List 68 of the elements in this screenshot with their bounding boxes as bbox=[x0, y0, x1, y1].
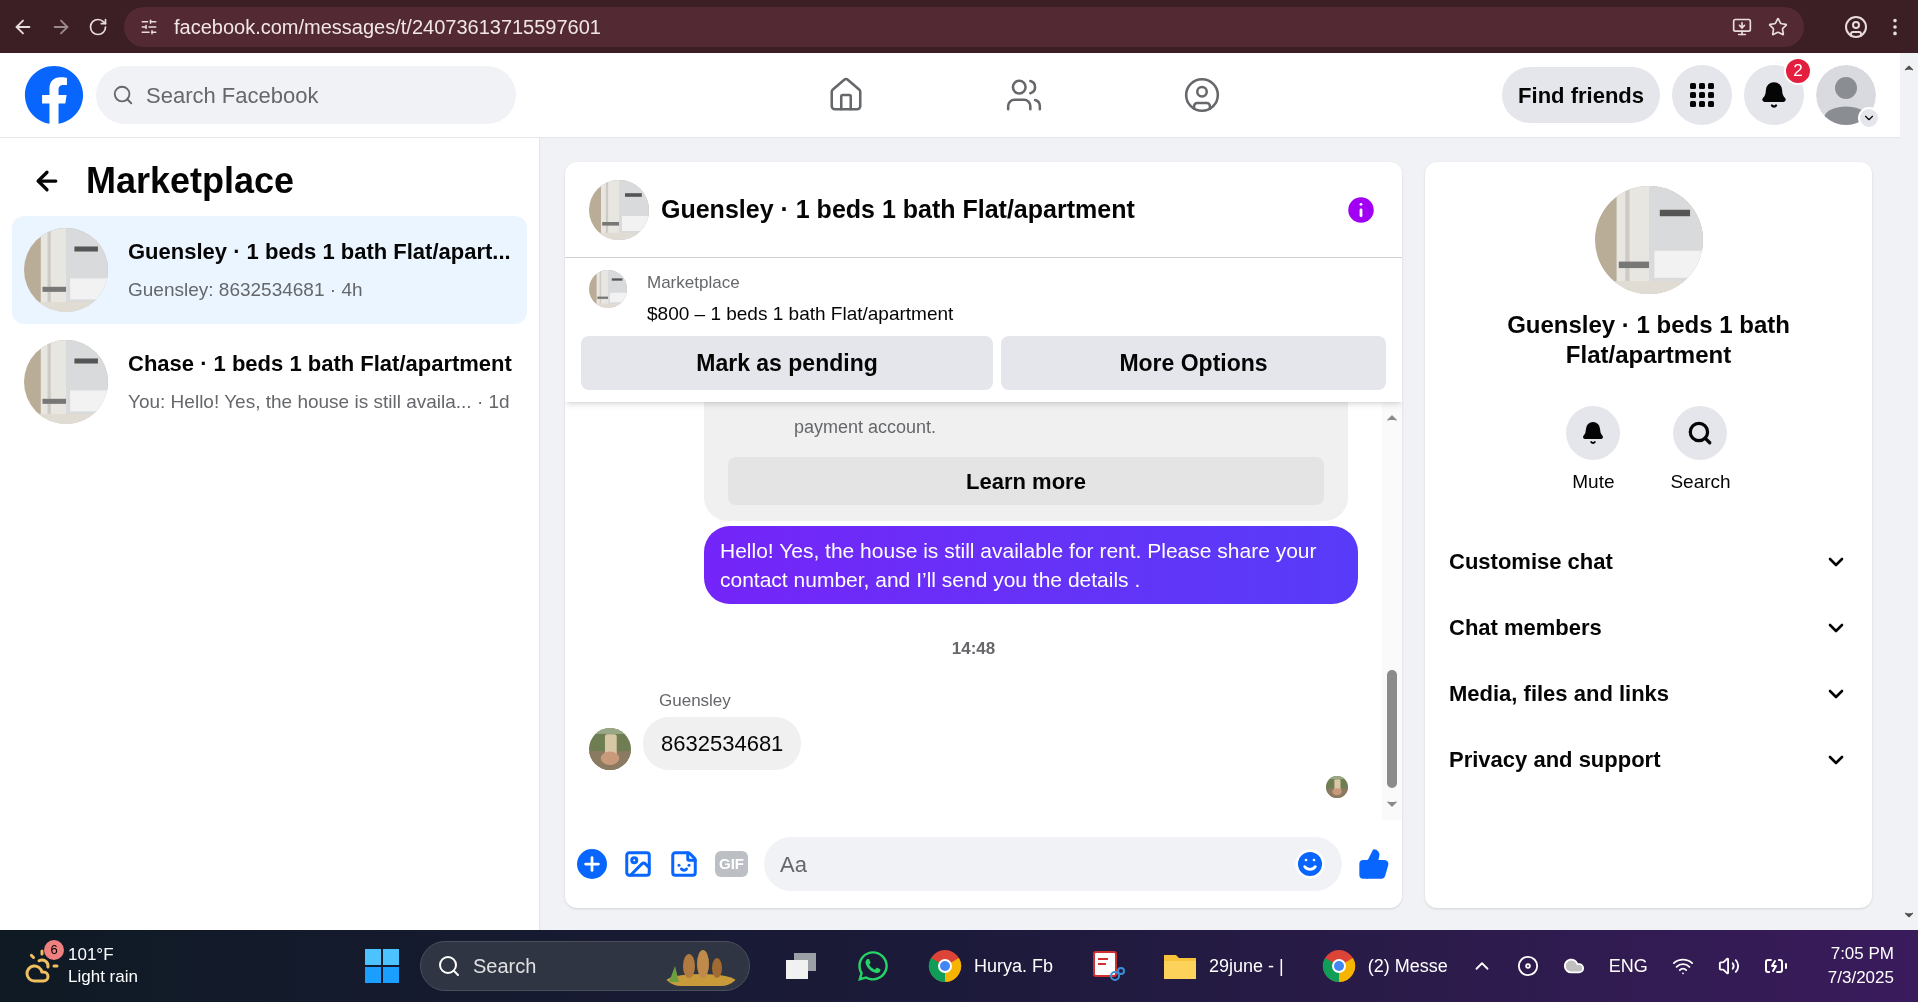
emoji-icon[interactable] bbox=[1294, 848, 1326, 880]
chat-title: Guensley · 1 beds 1 bath Flat/apartment bbox=[661, 193, 1136, 225]
conversation-preview: You: Hello! Yes, the house is still availa... · 1d bbox=[128, 390, 511, 415]
taskbar-app[interactable]: 29june - | bbox=[1159, 938, 1288, 994]
weather-temperature: 101°F bbox=[68, 944, 115, 966]
message-field[interactable]: Aa bbox=[764, 837, 1342, 891]
menu-grid-icon bbox=[1689, 82, 1715, 108]
weather-badge: 6 bbox=[44, 940, 64, 960]
address-bar[interactable]: facebook.com/messages/t/24073613715597601 bbox=[124, 6, 1804, 47]
message-timestamp: 14:48 bbox=[951, 638, 996, 660]
details-section[interactable]: Customise chat bbox=[1449, 528, 1848, 595]
conversation-preview: Guensley: 8632534681 · 4h bbox=[128, 278, 364, 303]
taskbar-search-field[interactable]: Search bbox=[420, 941, 750, 991]
windows-icon bbox=[784, 951, 818, 981]
bookmark-icon[interactable] bbox=[1768, 16, 1788, 37]
taskbar-search-input[interactable]: Search bbox=[473, 951, 649, 981]
add-icon[interactable] bbox=[577, 849, 607, 879]
notifications-button[interactable] bbox=[1744, 65, 1804, 125]
sender-name: Guensley bbox=[659, 689, 732, 712]
reload-icon[interactable] bbox=[88, 16, 108, 37]
photo-icon[interactable] bbox=[623, 849, 653, 879]
volume-icon[interactable] bbox=[1717, 955, 1740, 977]
menu-button[interactable] bbox=[1672, 65, 1732, 125]
bell-icon bbox=[1760, 81, 1788, 109]
chat-bubble-icon bbox=[856, 949, 890, 983]
install-icon[interactable] bbox=[1732, 16, 1752, 37]
search-icon bbox=[437, 954, 461, 978]
details-section[interactable]: Privacy and support bbox=[1449, 726, 1848, 793]
taskbar-app[interactable]: (2) Messe bbox=[1317, 938, 1452, 994]
details-section[interactable]: Media, files and links bbox=[1449, 660, 1848, 727]
find-friends-button[interactable]: Find friends bbox=[1502, 67, 1660, 123]
details-section[interactable]: Chat members bbox=[1449, 594, 1848, 661]
sidebar-title: Marketplace bbox=[86, 159, 295, 203]
start-icon[interactable] bbox=[364, 948, 400, 984]
language-indicator[interactable]: ENG bbox=[1608, 952, 1648, 980]
browser-icon bbox=[1321, 949, 1356, 983]
learn-more-button[interactable]: Learn more bbox=[728, 457, 1324, 505]
site-settings-icon bbox=[140, 17, 158, 36]
received-message-bubble: 8632534681 bbox=[643, 717, 802, 770]
bell-icon bbox=[1581, 421, 1606, 445]
clock[interactable]: 7:05 PM 7/3/2025 bbox=[1827, 942, 1894, 990]
sent-message-bubble: Hello! Yes, the house is still available for rent. Please share your contact number, and I’ll send you the details . bbox=[704, 526, 1358, 604]
browser-icon bbox=[928, 949, 962, 983]
conversation-item[interactable]: Guensley · 1 beds 1 bath Flat/apart... Guensley: 8632534681 · 4h bbox=[12, 216, 527, 324]
search-icon bbox=[112, 84, 134, 106]
notice-text: payment account. bbox=[793, 416, 938, 439]
url-text: facebook.com/messages/t/24073613715597601 bbox=[174, 14, 602, 40]
search-input[interactable]: Search Facebook bbox=[146, 78, 500, 112]
listing-title: $800 – 1 beds 1 bath Flat/apartment bbox=[647, 301, 954, 326]
tray-app-icon[interactable] bbox=[1516, 955, 1539, 977]
notification-badge: 2 bbox=[1784, 57, 1812, 85]
conversation-title: Guensley · 1 beds 1 bath Flat/apart... bbox=[128, 238, 511, 267]
sticker-icon[interactable] bbox=[669, 849, 699, 879]
taskbar-app[interactable]: Hurya. Fb bbox=[924, 938, 1058, 994]
profile-icon[interactable] bbox=[1844, 14, 1868, 39]
logo-icon[interactable] bbox=[24, 65, 84, 125]
message-input[interactable]: Aa bbox=[780, 847, 1294, 881]
listing-action-button[interactable]: More Options bbox=[1001, 336, 1386, 390]
search-icon bbox=[1687, 420, 1714, 446]
groups-icon[interactable] bbox=[1183, 76, 1222, 114]
details-title: Guensley · 1 beds 1 bath Flat/apartment bbox=[1506, 310, 1791, 370]
listing-action-button[interactable]: Mark as pending bbox=[581, 336, 993, 390]
weather-condition: Light rain bbox=[68, 966, 138, 988]
like-icon[interactable] bbox=[1358, 848, 1390, 880]
listing-source: Marketplace bbox=[647, 272, 741, 294]
scrollbar-thumb[interactable] bbox=[1387, 670, 1397, 788]
search-field[interactable]: Search Facebook bbox=[96, 66, 516, 124]
conversation-title: Chase · 1 beds 1 bath Flat/apartment bbox=[128, 350, 512, 379]
